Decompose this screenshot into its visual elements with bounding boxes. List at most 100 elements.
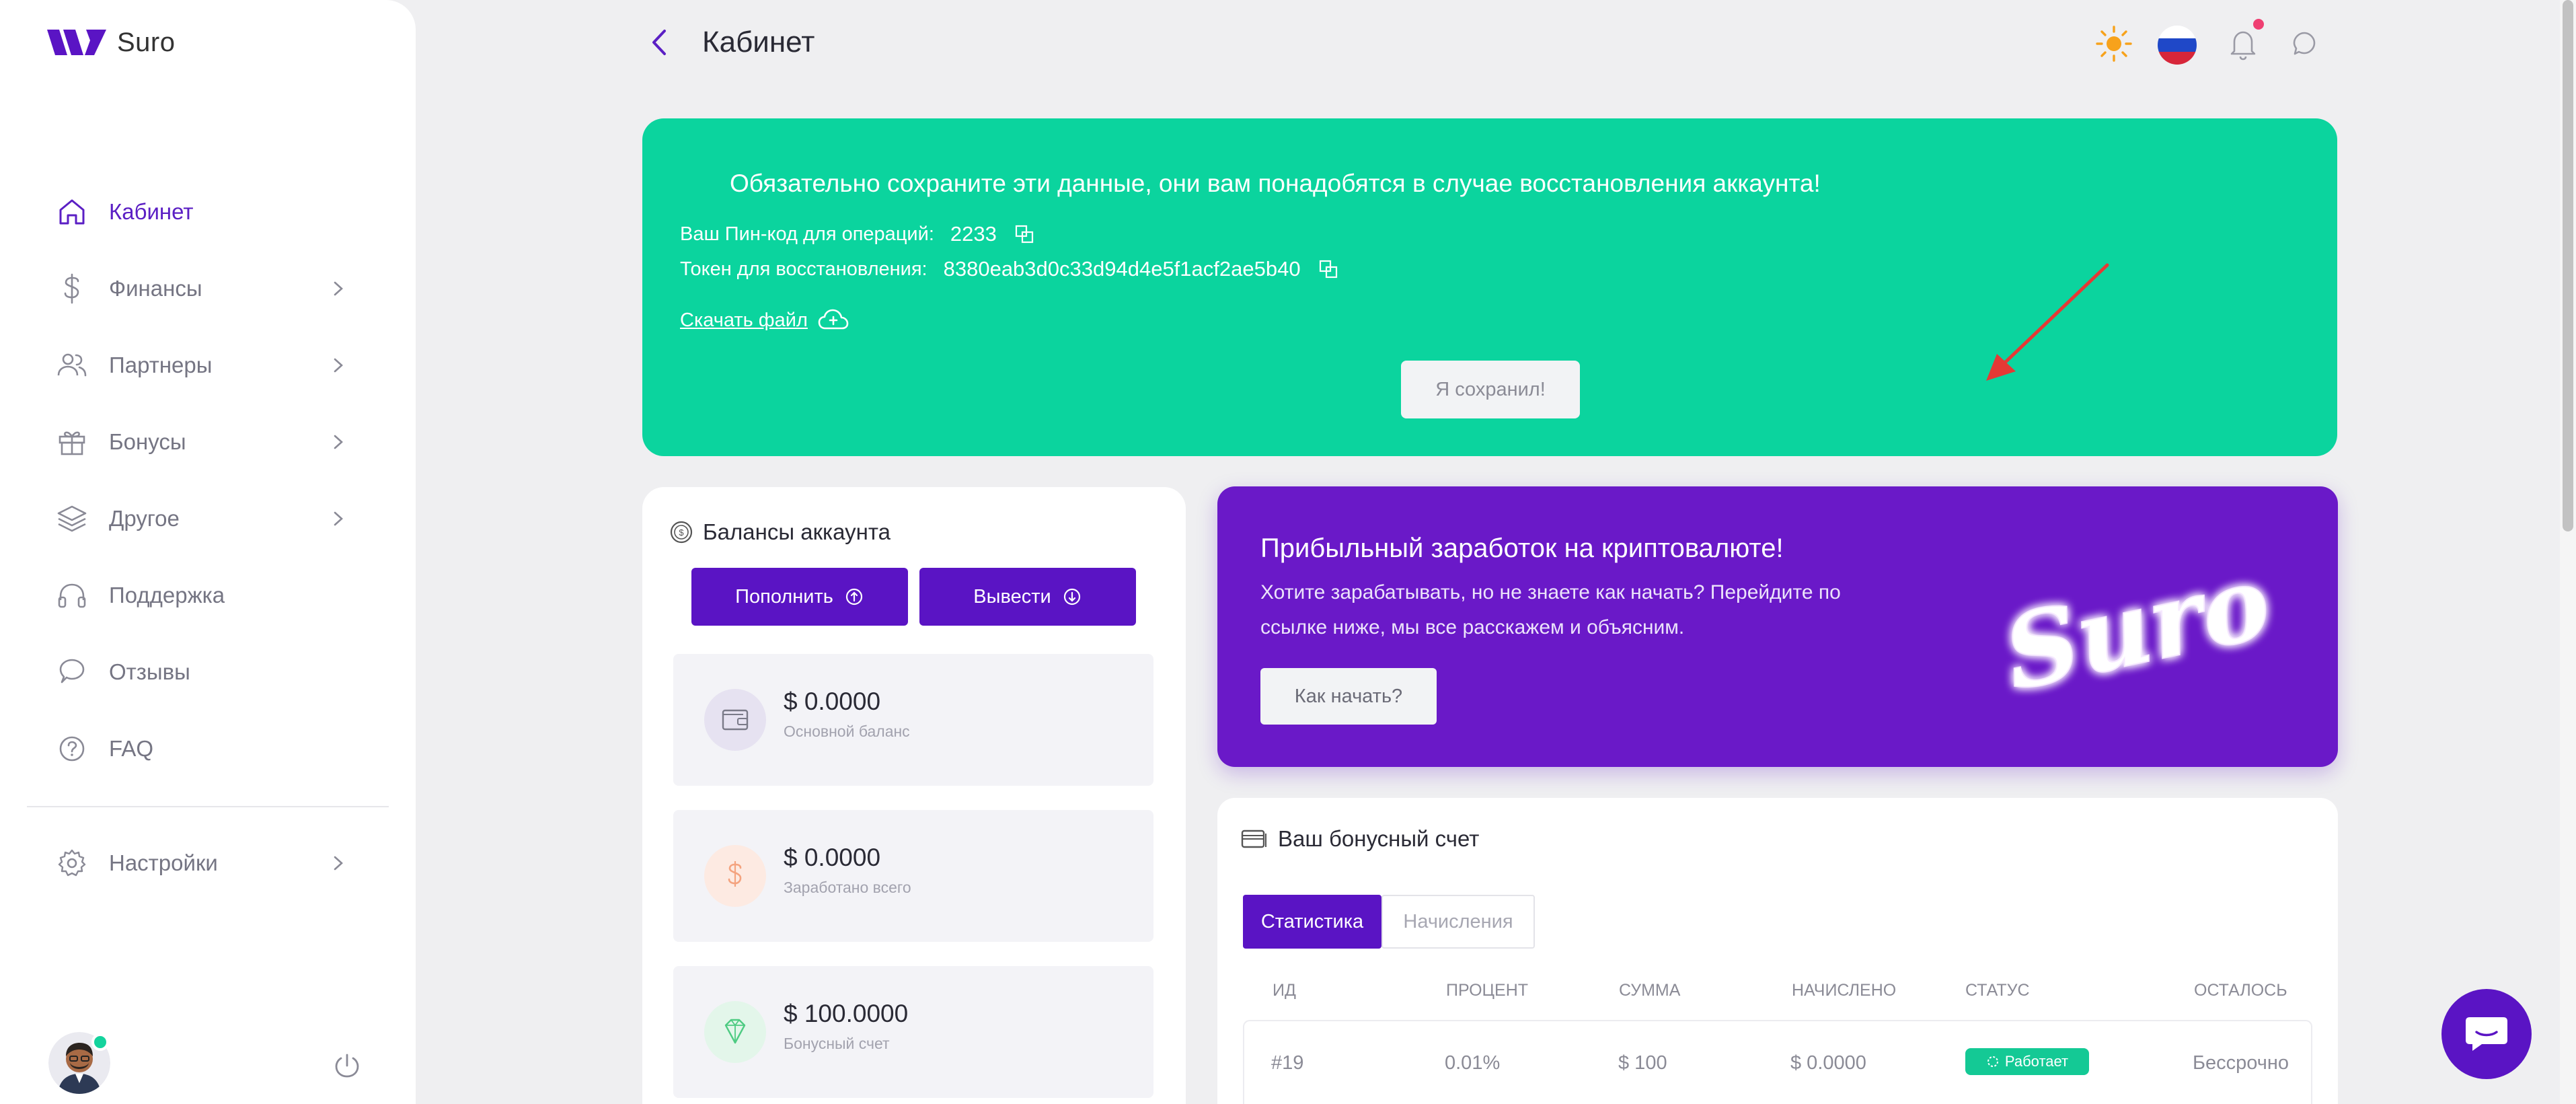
sidebar-nav: Кабинет Финансы Партнеры Бонусы Другое П…	[0, 174, 416, 901]
pin-row: Ваш Пин-код для операций: 2233	[680, 222, 1034, 246]
column-header-status: СТАТУС	[1965, 981, 2030, 1000]
account-balances-card: $ Балансы аккаунта Пополнить Вывести $ 0…	[642, 487, 1186, 1104]
flag-stripe-red	[2158, 51, 2197, 65]
withdraw-button[interactable]: Вывести	[919, 568, 1136, 626]
home-icon	[59, 199, 85, 225]
sidebar-item-label: Бонусы	[109, 429, 186, 454]
dollar-coin-icon	[704, 845, 766, 907]
copy-icon[interactable]	[1014, 224, 1034, 244]
cell-accrued: $ 0.0000	[1790, 1052, 1866, 1074]
suro-neon-logo: Suro	[1994, 542, 2280, 714]
users-icon	[57, 353, 87, 377]
token-label: Токен для восстановления:	[680, 258, 927, 280]
how-to-start-button[interactable]: Как начать?	[1260, 668, 1437, 725]
balances-title-text: Балансы аккаунта	[703, 519, 891, 544]
bell-icon[interactable]	[2226, 26, 2260, 62]
balance-tile-main: $ 0.0000 Основной баланс	[673, 654, 1153, 786]
column-header-remaining: ОСТАЛОСЬ	[2194, 981, 2287, 1000]
copy-icon[interactable]	[1318, 259, 1338, 279]
red-arrow-annotation	[1986, 263, 2109, 381]
coin-dollar-icon: $	[670, 521, 693, 544]
saved-button[interactable]: Я сохранил!	[1401, 361, 1580, 418]
download-file-link[interactable]: Скачать файл	[680, 307, 849, 334]
message-icon	[59, 659, 85, 684]
column-header-sum: СУММА	[1619, 981, 1681, 1000]
logo-text: Suro	[117, 27, 176, 57]
cell-id: #19	[1271, 1052, 1304, 1074]
dollar-icon	[64, 273, 79, 304]
language-flag-icon[interactable]	[2158, 26, 2197, 65]
balance-tile-bonus: $ 100.0000 Бонусный счет	[673, 966, 1153, 1098]
download-file-label: Скачать файл	[680, 309, 808, 331]
chat-bubble-icon	[2466, 1017, 2507, 1051]
sidebar-item-support[interactable]: Поддержка	[0, 557, 416, 634]
sidebar-item-label: Партнеры	[109, 353, 213, 377]
sidebar-item-reviews[interactable]: Отзывы	[0, 634, 416, 710]
tab-accruals[interactable]: Начисления	[1381, 895, 1535, 949]
deposit-icon	[845, 588, 862, 605]
diamond-icon	[704, 1001, 766, 1063]
flag-stripe-blue	[2158, 38, 2197, 52]
sidebar-item-label: FAQ	[109, 736, 154, 761]
status-label: Работает	[2004, 1053, 2069, 1070]
column-header-percent: ПРОЦЕНТ	[1446, 981, 1529, 1000]
svg-text:$: $	[679, 527, 684, 538]
sidebar-divider	[27, 806, 389, 807]
sidebar-item-label: Настройки	[109, 850, 218, 875]
column-header-id: ИД	[1273, 981, 1296, 1000]
chevron-right-icon	[334, 511, 343, 526]
column-header-accrued: НАЧИСЛЕНО	[1792, 981, 1897, 1000]
sidebar-item-finance[interactable]: Финансы	[0, 250, 416, 327]
scrollbar-thumb[interactable]	[2563, 0, 2573, 531]
sidebar-item-cabinet[interactable]: Кабинет	[0, 174, 416, 250]
sidebar-item-label: Финансы	[109, 276, 202, 301]
recovery-data-banner: Обязательно сохраните эти данные, они ва…	[642, 118, 2337, 456]
deposit-button-label: Пополнить	[735, 585, 833, 608]
sidebar-item-settings[interactable]: Настройки	[0, 825, 416, 901]
cell-percent: 0.01%	[1445, 1052, 1501, 1074]
sidebar-item-label: Поддержка	[109, 583, 225, 608]
bonus-account-card: Ваш бонусный счет Статистика Начисления …	[1217, 798, 2338, 1104]
withdraw-icon	[1063, 588, 1080, 605]
cloud-upload-icon	[818, 309, 849, 330]
pin-label: Ваш Пин-код для операций:	[680, 223, 934, 245]
suro-logo-text: Suro	[1994, 542, 2279, 714]
question-icon	[59, 736, 85, 762]
balance-label: Основной баланс	[784, 723, 910, 740]
promo-title: Прибыльный заработок на криптовалюте!	[1260, 533, 1784, 563]
support-chat-button[interactable]	[2441, 989, 2532, 1079]
table-row: #19 0.01% $ 100 $ 0.0000 Работает Бессро…	[1243, 1020, 2312, 1104]
sidebar-item-bonuses[interactable]: Бонусы	[0, 404, 416, 480]
logo-icon	[47, 30, 106, 55]
chevron-right-icon	[334, 435, 343, 449]
promo-text: Хотите зарабатывать, но не знаете как на…	[1260, 581, 1841, 638]
promo-banner: Прибыльный заработок на криптовалюте! Хо…	[1217, 486, 2338, 767]
balance-label: Заработано всего	[784, 879, 911, 896]
sidebar-item-faq[interactable]: FAQ	[0, 710, 416, 787]
flag-stripe-white	[2158, 26, 2197, 39]
back-arrow-icon[interactable]	[646, 26, 673, 59]
balance-tile-earned: $ 0.0000 Заработано всего	[673, 810, 1153, 942]
cell-sum: $ 100	[1618, 1052, 1667, 1074]
notification-dot	[2253, 19, 2264, 30]
tab-statistics[interactable]: Статистика	[1243, 895, 1381, 949]
deposit-button[interactable]: Пополнить	[691, 568, 908, 626]
spinner-icon	[1987, 1056, 1998, 1067]
bonus-title: Ваш бонусный счет	[1240, 826, 1479, 852]
online-status-dot	[91, 1033, 109, 1051]
chevron-right-icon	[334, 358, 343, 373]
withdraw-button-label: Вывести	[973, 585, 1051, 608]
sun-icon[interactable]	[2094, 24, 2133, 63]
bonus-title-text: Ваш бонусный счет	[1278, 826, 1480, 851]
sidebar-item-partners[interactable]: Партнеры	[0, 327, 416, 404]
sidebar-item-label: Кабинет	[109, 199, 194, 224]
power-icon[interactable]	[332, 1051, 362, 1080]
logo[interactable]: Suro	[47, 27, 176, 58]
sidebar-item-other[interactable]: Другое	[0, 480, 416, 557]
cell-remaining: Бессрочно	[2193, 1052, 2289, 1074]
balance-amount: $ 100.0000	[784, 1000, 909, 1027]
headphones-icon	[58, 583, 86, 608]
chat-icon[interactable]	[2289, 28, 2319, 58]
credit-card-icon	[1241, 830, 1266, 848]
token-row: Токен для восстановления: 8380eab3d0c33d…	[680, 257, 1338, 281]
